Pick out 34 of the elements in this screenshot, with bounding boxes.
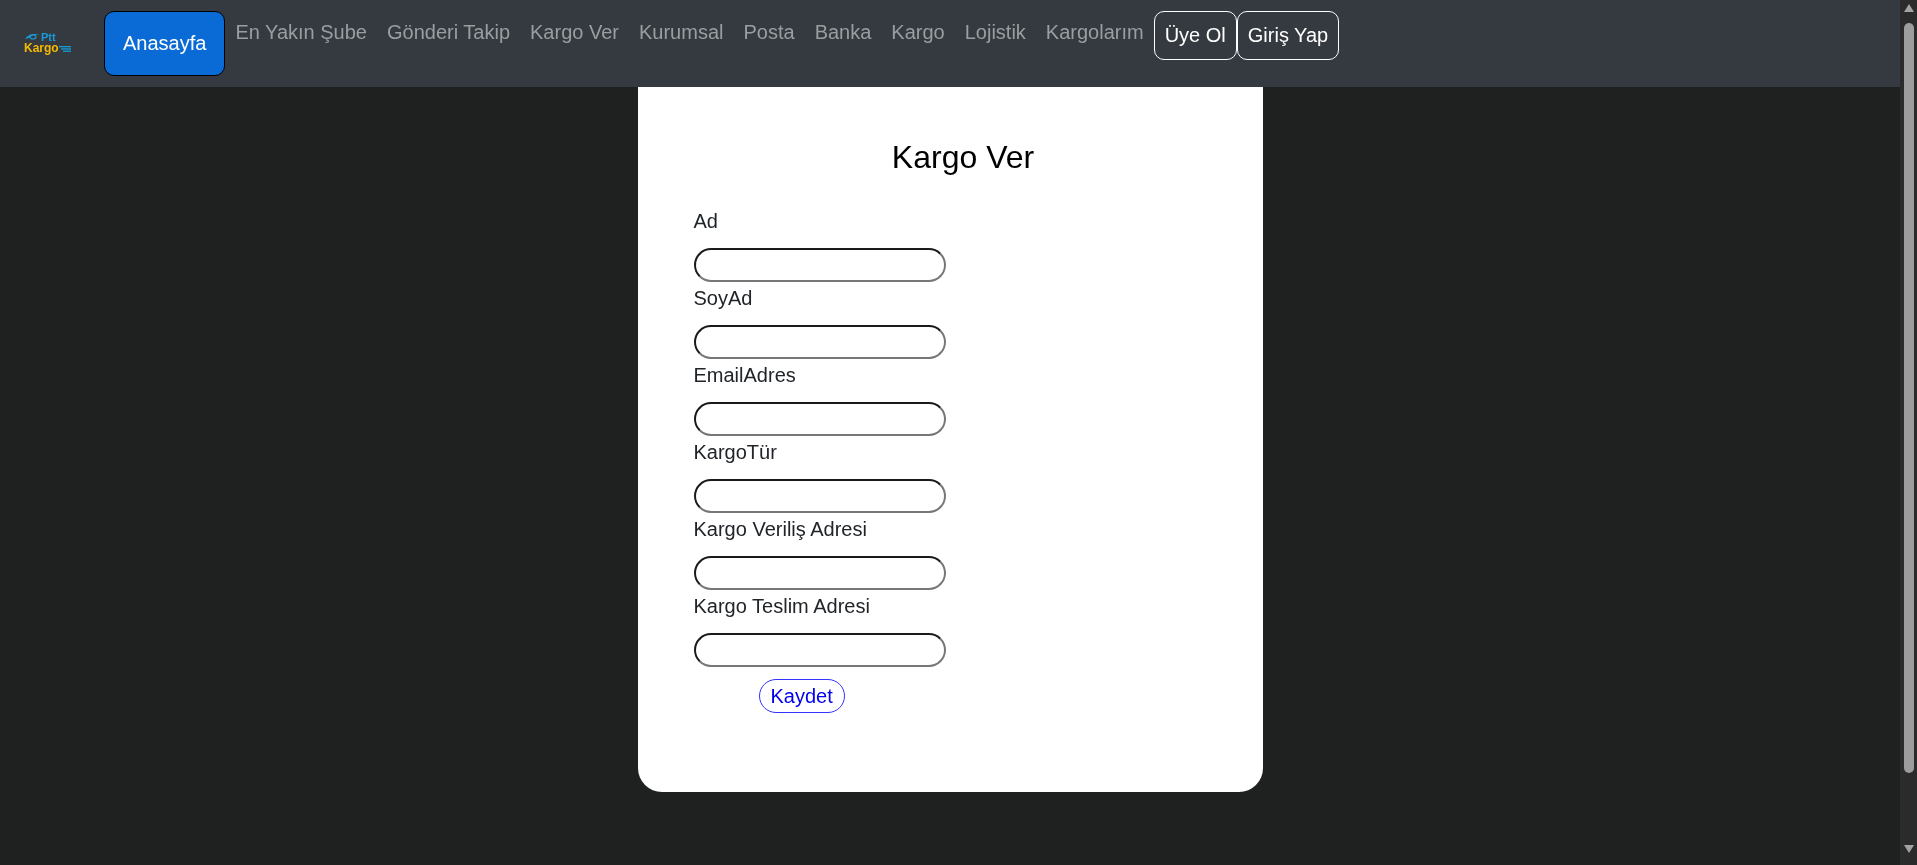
- form-title: Kargo Ver: [890, 138, 1036, 176]
- input-field[interactable]: [693, 248, 946, 282]
- nav-link[interactable]: Kargo: [881, 11, 955, 54]
- nav-link[interactable]: En Yakın Şube: [225, 11, 377, 54]
- nav-link[interactable]: Kurumsal: [629, 11, 734, 54]
- input-field[interactable]: [693, 633, 946, 667]
- nav-link[interactable]: Kargolarım: [1035, 11, 1154, 54]
- nav-link[interactable]: Posta: [733, 11, 805, 54]
- field-label: Kargo Teslim Adresi: [693, 594, 870, 618]
- input-field[interactable]: [693, 479, 946, 513]
- scroll-up-arrow-icon[interactable]: [1903, 4, 1914, 12]
- logo-text: Ptt: [41, 32, 56, 42]
- nav-button[interactable]: Üye Ol: [1153, 11, 1237, 60]
- scrollbar[interactable]: [1900, 0, 1917, 865]
- nav-button[interactable]: Giriş Yap: [1236, 11, 1340, 60]
- nav-link[interactable]: Banka: [804, 11, 882, 54]
- input-field[interactable]: [693, 402, 946, 436]
- nav-link[interactable]: Gönderi Takip: [377, 11, 521, 54]
- home-button[interactable]: Anasayfa: [104, 11, 226, 76]
- input-field[interactable]: [693, 325, 946, 359]
- nav-link[interactable]: Lojistik: [954, 11, 1036, 54]
- field-label: Ad: [693, 209, 718, 233]
- scroll-down-arrow-icon[interactable]: [1903, 845, 1914, 853]
- scrollbar-thumb[interactable]: [1903, 23, 1914, 773]
- field-label: Kargo Veriliş Adresi: [693, 517, 867, 541]
- swoosh-icon: [24, 32, 41, 41]
- field-label: SoyAd: [693, 286, 753, 310]
- field-label: EmailAdres: [693, 363, 796, 387]
- save-button[interactable]: Kaydet: [758, 679, 845, 713]
- logo-text: Kargo: [24, 42, 59, 54]
- speed-lines-icon: [58, 46, 71, 52]
- input-field[interactable]: [693, 556, 946, 590]
- field-label: KargoTür: [693, 440, 777, 464]
- nav-link[interactable]: Kargo Ver: [520, 11, 629, 54]
